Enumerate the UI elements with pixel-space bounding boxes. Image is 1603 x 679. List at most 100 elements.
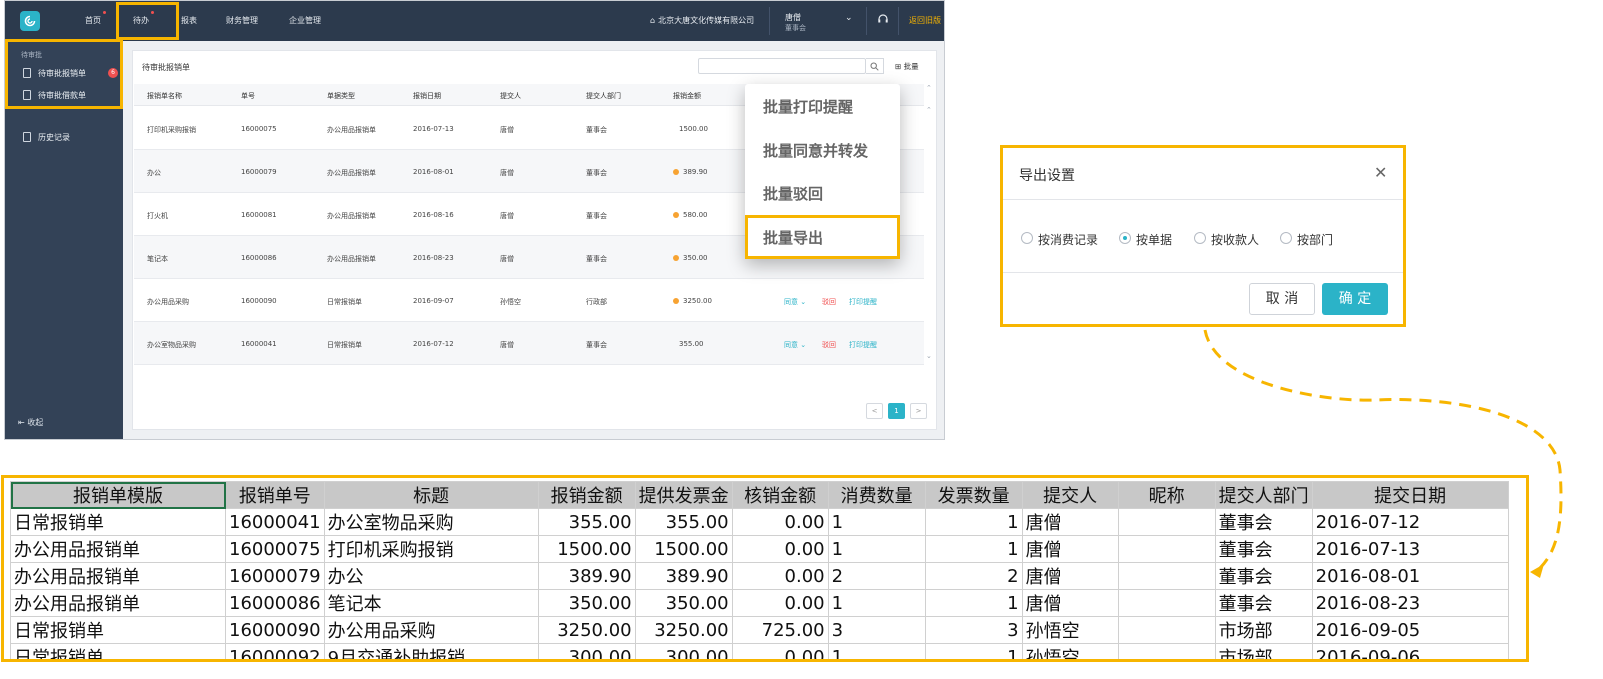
spreadsheet-cell[interactable]: 0.00 — [731, 643, 829, 659]
back-to-old-version-link[interactable]: 返回旧版 — [909, 15, 941, 26]
spreadsheet-header-cell[interactable]: 发票数量 — [924, 481, 1023, 509]
spreadsheet-cell[interactable]: 董事会 — [1214, 508, 1313, 536]
spreadsheet-cell[interactable]: 日常报销单 — [10, 508, 226, 536]
spreadsheet-header-cell[interactable]: 提供发票金 — [634, 481, 733, 509]
nav-company[interactable]: 企业管理 — [289, 15, 321, 26]
nav-home[interactable]: 首页 — [85, 11, 106, 26]
nav-reports[interactable]: 报表 — [181, 15, 197, 26]
close-icon[interactable]: ✕ — [1374, 163, 1387, 182]
page-button-current[interactable]: 1 — [888, 403, 905, 419]
spreadsheet-cell[interactable]: 打印机采购报销 — [323, 535, 539, 563]
confirm-button[interactable]: 确 定 — [1322, 283, 1388, 315]
spreadsheet-header-cell[interactable]: 标题 — [323, 481, 539, 509]
spreadsheet-cell[interactable] — [1117, 616, 1216, 644]
spreadsheet-cell[interactable]: 300.00 — [634, 643, 733, 659]
spreadsheet-cell[interactable] — [1117, 508, 1216, 536]
company-selector[interactable]: ⌂ 北京大唐文化传媒有限公司 — [650, 15, 754, 26]
spreadsheet-header-cell[interactable]: 报销金额 — [537, 481, 636, 509]
menu-item-batch-approve-forward[interactable]: 批量同意并转发 — [763, 140, 868, 161]
spreadsheet-cell[interactable]: 355.00 — [634, 508, 733, 536]
table-row[interactable]: 办公室物品采购 16000041 日常报销单 2016-07-12 唐僧 董事会 355.0… — [134, 322, 924, 365]
column-header[interactable]: 报销日期 — [413, 91, 441, 101]
spreadsheet-cell[interactable] — [1117, 589, 1216, 617]
search-button[interactable] — [866, 58, 884, 74]
spreadsheet-cell[interactable]: 0.00 — [731, 589, 829, 617]
spreadsheet-cell[interactable]: 日常报销单 — [10, 616, 226, 644]
spreadsheet-cell[interactable]: 2016-08-01 — [1311, 562, 1509, 590]
spreadsheet-cell[interactable]: 1 — [924, 535, 1023, 563]
spreadsheet-cell[interactable]: 唐僧 — [1021, 508, 1119, 536]
spreadsheet-cell[interactable]: 3250.00 — [634, 616, 733, 644]
spreadsheet-cell[interactable]: 16000075 — [225, 535, 325, 563]
spreadsheet-cell[interactable]: 2016-07-12 — [1311, 508, 1509, 536]
spreadsheet-cell[interactable]: 唐僧 — [1021, 535, 1119, 563]
spreadsheet-header-cell[interactable]: 提交人部门 — [1214, 481, 1313, 509]
nav-todo[interactable]: 待办 — [133, 11, 154, 26]
spreadsheet-cell[interactable]: 3250.00 — [537, 616, 636, 644]
spreadsheet-cell[interactable]: 2016-09-06 — [1311, 643, 1509, 659]
spreadsheet-cell[interactable]: 3 — [827, 616, 926, 644]
menu-item-batch-reject[interactable]: 批量驳回 — [763, 183, 823, 204]
table-scrollbar[interactable]: ⌃ ⌃ ⌄ — [926, 84, 934, 364]
radio-circle[interactable] — [1194, 232, 1206, 244]
spreadsheet-cell[interactable] — [1117, 535, 1216, 563]
reject-button[interactable]: 驳回 — [822, 340, 836, 350]
spreadsheet-cell[interactable]: 16000090 — [225, 616, 325, 644]
spreadsheet-cell[interactable]: 2 — [924, 562, 1023, 590]
next-page-button[interactable]: > — [910, 403, 927, 419]
spreadsheet-cell[interactable] — [1117, 643, 1216, 659]
spreadsheet-cell[interactable]: 1 — [827, 508, 926, 536]
menu-item-batch-export[interactable]: 批量导出 — [763, 227, 823, 248]
spreadsheet-cell[interactable]: 350.00 — [537, 589, 636, 617]
search-input[interactable] — [698, 58, 866, 74]
column-header[interactable]: 报销单名称 — [147, 91, 182, 101]
spreadsheet-cell[interactable]: 办公用品报销单 — [10, 589, 226, 617]
print-reminder-button[interactable]: 打印提醒 — [849, 340, 877, 350]
spreadsheet-header-cell[interactable]: 核销金额 — [731, 481, 829, 509]
spreadsheet-cell[interactable]: 0.00 — [731, 535, 829, 563]
sidebar-item-pending-expense[interactable]: 待审批报销单 6 — [5, 62, 123, 84]
spreadsheet-cell[interactable]: 1 — [924, 643, 1023, 659]
prev-page-button[interactable]: < — [866, 403, 883, 419]
spreadsheet-cell[interactable]: 16000079 — [225, 562, 325, 590]
spreadsheet-cell[interactable]: 2 — [827, 562, 926, 590]
spreadsheet-cell[interactable]: 董事会 — [1214, 535, 1313, 563]
spreadsheet-cell[interactable]: 2016-07-13 — [1311, 535, 1509, 563]
spreadsheet-cell[interactable]: 1500.00 — [634, 535, 733, 563]
spreadsheet-cell[interactable]: 办公室物品采购 — [323, 508, 539, 536]
spreadsheet-cell[interactable] — [1117, 562, 1216, 590]
spreadsheet-cell[interactable]: 350.00 — [634, 589, 733, 617]
radio-circle[interactable] — [1119, 232, 1131, 244]
spreadsheet-cell[interactable]: 唐僧 — [1021, 589, 1119, 617]
spreadsheet-cell[interactable]: 1 — [827, 535, 926, 563]
spreadsheet-cell[interactable]: 389.90 — [537, 562, 636, 590]
spreadsheet-cell[interactable]: 16000041 — [225, 508, 325, 536]
batch-button[interactable]: ⊞ 批量 — [895, 61, 919, 72]
agree-button[interactable]: 同意 ⌄ — [784, 340, 806, 350]
spreadsheet-cell[interactable]: 0.00 — [731, 562, 829, 590]
radio-circle[interactable] — [1021, 232, 1033, 244]
spreadsheet-cell[interactable]: 300.00 — [537, 643, 636, 659]
spreadsheet-cell[interactable]: 355.00 — [537, 508, 636, 536]
spreadsheet-cell[interactable]: 董事会 — [1214, 562, 1313, 590]
headset-icon[interactable] — [877, 13, 889, 25]
spreadsheet-cell[interactable]: 1500.00 — [537, 535, 636, 563]
column-header[interactable]: 报销金额 — [673, 91, 701, 101]
spreadsheet-cell[interactable]: 唐僧 — [1021, 562, 1119, 590]
table-row[interactable]: 办公用品采购 16000090 日常报销单 2016-09-07 孙悟空 行政部 3250.… — [134, 279, 924, 322]
spreadsheet-cell[interactable]: 市场部 — [1214, 643, 1313, 659]
column-header[interactable]: 提交人 — [500, 91, 521, 101]
spreadsheet-cell[interactable]: 市场部 — [1214, 616, 1313, 644]
spreadsheet-cell[interactable]: 725.00 — [731, 616, 829, 644]
spreadsheet-header-cell[interactable]: 提交日期 — [1311, 481, 1509, 509]
agree-button[interactable]: 同意 ⌄ — [784, 297, 806, 307]
sidebar-collapse-button[interactable]: ⇤ 收起 — [18, 417, 43, 428]
spreadsheet-cell[interactable]: 办公用品采购 — [323, 616, 539, 644]
spreadsheet-cell[interactable]: 1 — [827, 589, 926, 617]
spreadsheet-cell[interactable]: 办公用品报销单 — [10, 535, 226, 563]
spreadsheet-header-cell[interactable]: 昵称 — [1117, 481, 1216, 509]
spreadsheet-cell[interactable]: 董事会 — [1214, 589, 1313, 617]
nav-finance[interactable]: 财务管理 — [226, 15, 258, 26]
spreadsheet-cell[interactable]: 办公 — [323, 562, 539, 590]
spreadsheet-cell[interactable]: 16000086 — [225, 589, 325, 617]
